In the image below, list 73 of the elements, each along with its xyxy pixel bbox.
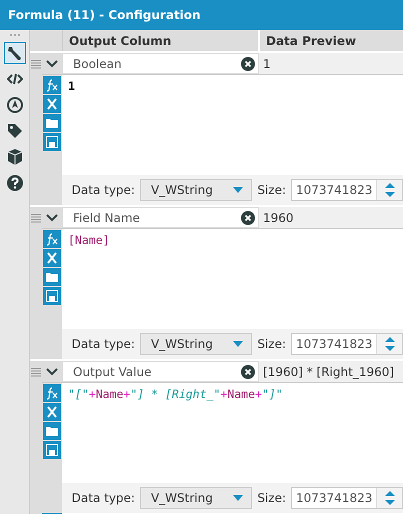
code-icon <box>6 72 22 86</box>
expression-editor[interactable]: [Name] <box>62 229 403 329</box>
chevron-icon <box>46 60 58 68</box>
folder-icon <box>45 425 59 437</box>
data-type-dropdown[interactable]: V_WString <box>140 333 252 355</box>
target-icon <box>6 96 24 114</box>
fx-icon <box>45 386 59 400</box>
expression-editor[interactable]: 1 <box>62 75 403 175</box>
data-preview: 1 <box>262 56 272 72</box>
dropdown-arrow-icon <box>233 495 244 501</box>
function-button[interactable] <box>43 76 61 94</box>
clear-icon[interactable] <box>241 211 255 225</box>
chevron-icon <box>46 214 58 222</box>
output-column-field[interactable]: Boolean <box>62 53 259 74</box>
open-button[interactable] <box>43 422 61 440</box>
box-icon <box>6 148 24 166</box>
fx-icon <box>45 232 59 246</box>
spinner-button[interactable] <box>376 180 402 200</box>
data-type-dropdown[interactable]: V_WString <box>140 487 252 509</box>
up-down-arrows-icon <box>384 183 394 197</box>
collapse-button[interactable] <box>42 207 62 228</box>
size-label: Size: <box>257 337 286 351</box>
variable-button[interactable] <box>43 95 61 113</box>
data-type-label: Data type: <box>72 491 135 505</box>
variable-button[interactable] <box>43 403 61 421</box>
collapse-button[interactable] <box>42 361 62 382</box>
x-icon <box>45 251 59 265</box>
spinner-button[interactable] <box>376 488 402 508</box>
x-icon <box>45 405 59 419</box>
up-down-arrows-icon <box>384 491 394 505</box>
data-type-dropdown[interactable]: V_WString <box>140 179 252 201</box>
save-button[interactable] <box>43 287 61 305</box>
clear-icon[interactable] <box>241 365 255 379</box>
column-header: Data Preview <box>265 32 358 50</box>
fx-icon <box>45 78 59 92</box>
save-button[interactable] <box>43 133 61 151</box>
wrench-icon <box>6 44 24 62</box>
column-header: Output Column <box>63 30 260 51</box>
folder-icon <box>45 271 59 283</box>
open-button[interactable] <box>43 268 61 286</box>
open-button[interactable] <box>43 114 61 132</box>
data-type-label: Data type: <box>72 337 135 351</box>
output-column-field[interactable]: Field Name <box>62 207 259 228</box>
drag-handle-icon[interactable] <box>31 213 41 223</box>
help-icon <box>6 174 24 192</box>
expression-editor[interactable]: "["+Name+"] * [Right_"+Name+"]" <box>62 383 403 483</box>
toolbar-button[interactable] <box>4 42 26 64</box>
size-label: Size: <box>257 491 286 505</box>
variable-button[interactable] <box>43 249 61 267</box>
save-icon <box>46 290 58 302</box>
chevron-icon <box>46 368 58 376</box>
drag-handle-icon[interactable] <box>31 367 41 377</box>
save-icon <box>46 444 58 456</box>
folder-icon <box>45 117 59 129</box>
x-icon <box>45 97 59 111</box>
up-down-arrows-icon <box>384 337 394 351</box>
data-type-label: Data type: <box>72 183 135 197</box>
data-preview: 1960 <box>262 210 295 226</box>
save-icon <box>46 136 58 148</box>
data-preview: [1960] * [Right_1960] <box>262 364 396 381</box>
clear-icon[interactable] <box>241 57 255 71</box>
save-button[interactable] <box>43 441 61 459</box>
function-button[interactable] <box>43 230 61 248</box>
window-title: Formula (11) - Configuration <box>0 0 403 30</box>
dropdown-arrow-icon <box>233 187 244 193</box>
function-button[interactable] <box>43 384 61 402</box>
spinner-button[interactable] <box>376 334 402 354</box>
size-label: Size: <box>257 183 286 197</box>
collapse-button[interactable] <box>42 53 62 74</box>
drag-handle-icon[interactable] <box>31 59 41 69</box>
tag-icon <box>6 122 24 140</box>
dropdown-arrow-icon <box>233 341 244 347</box>
output-column-field[interactable]: Output Value <box>62 361 259 382</box>
